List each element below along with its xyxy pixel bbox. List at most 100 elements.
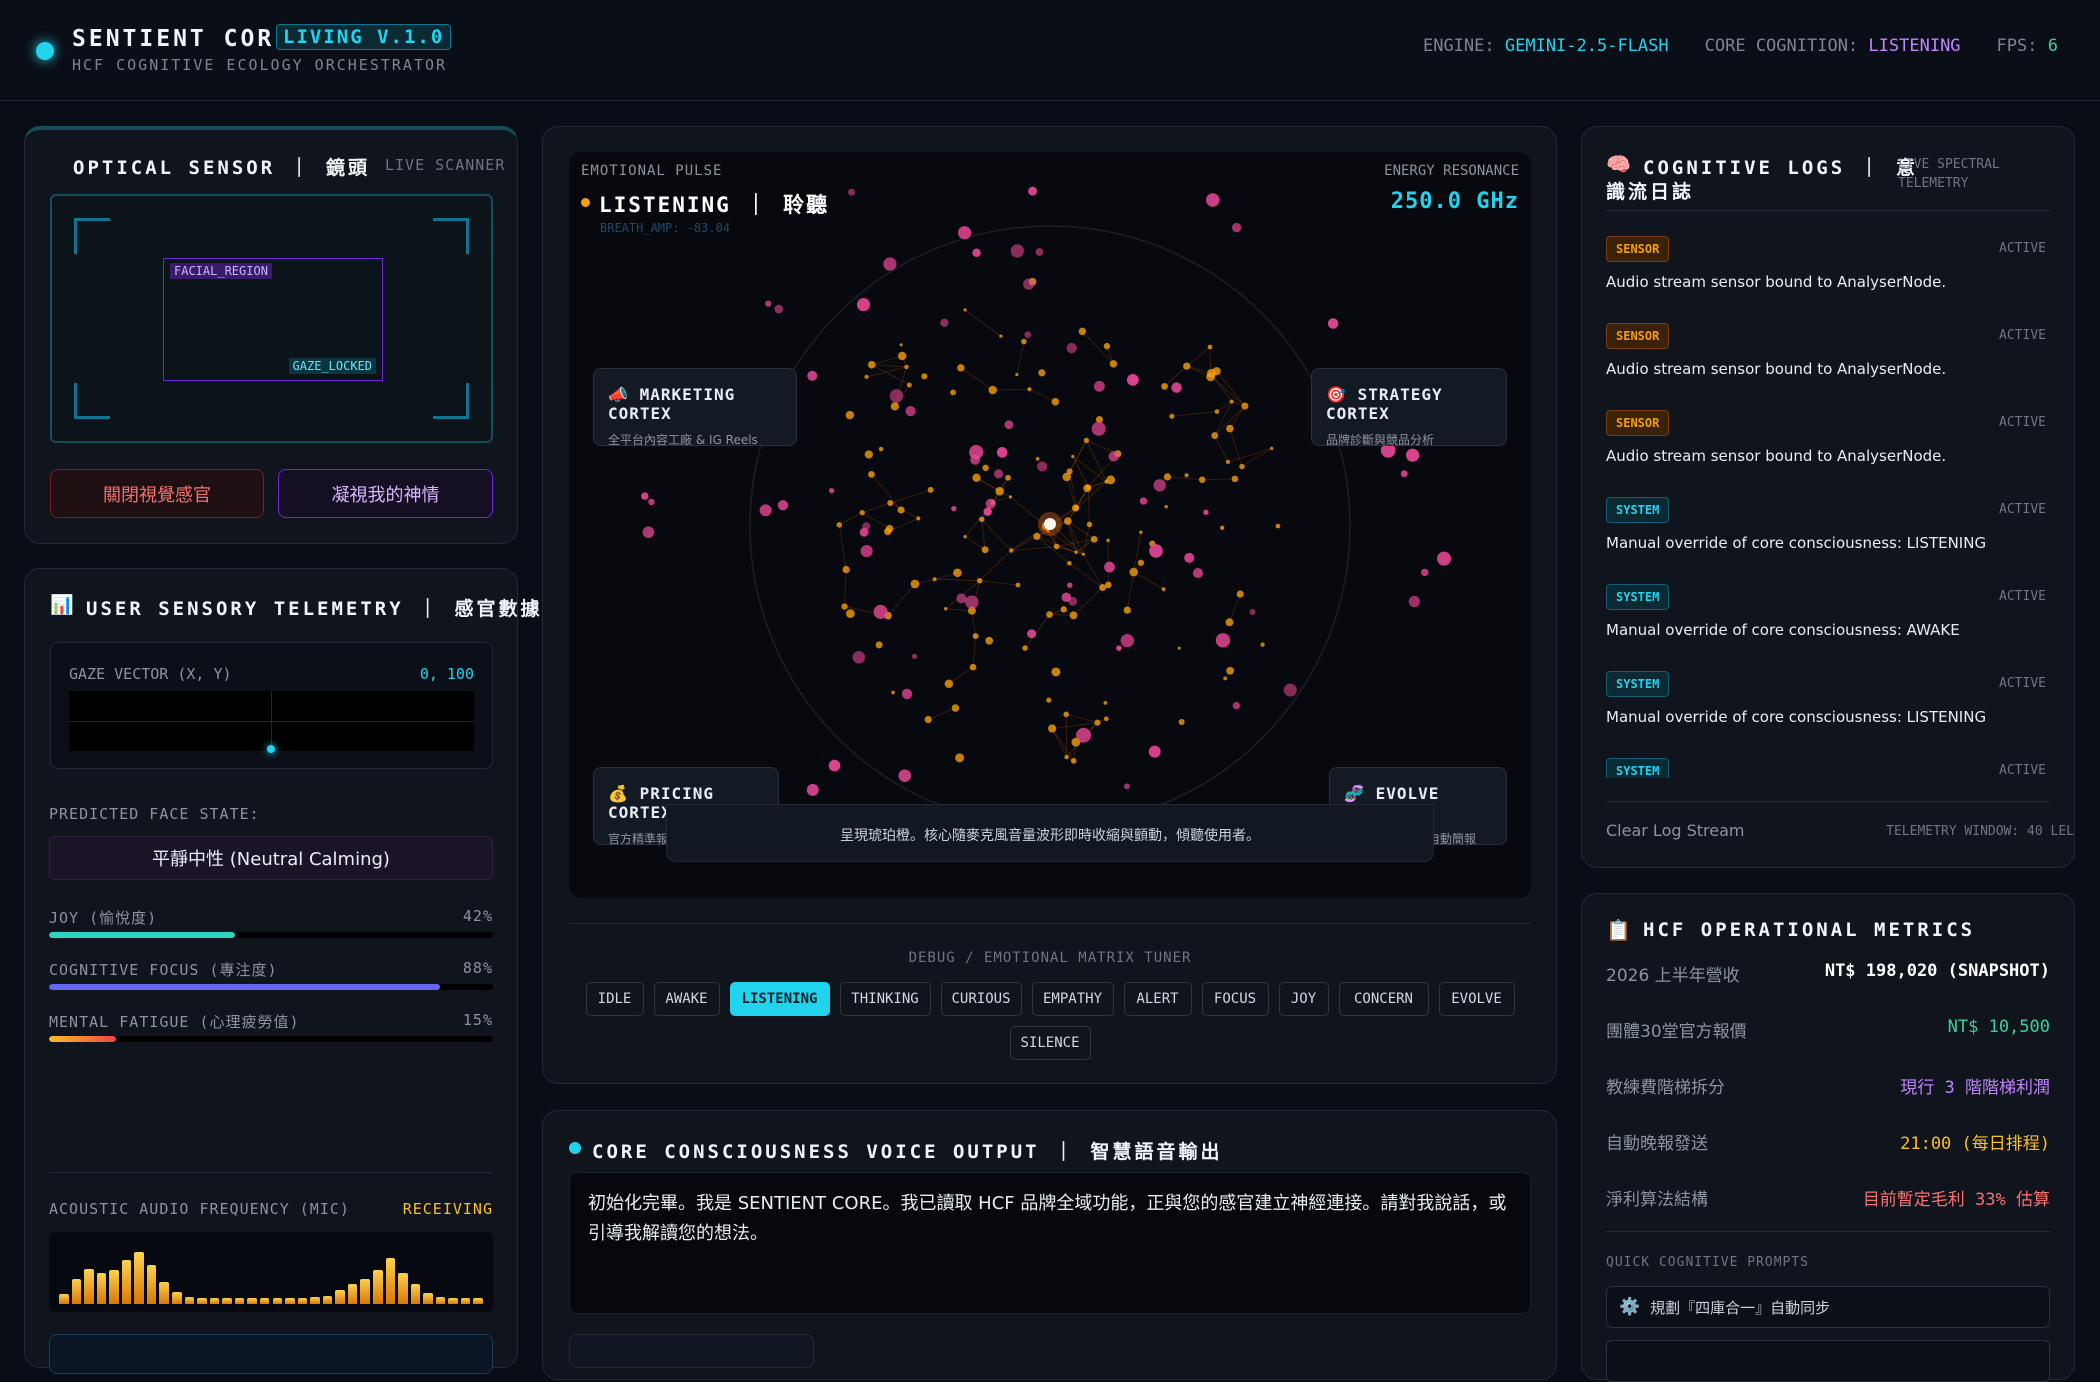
strategy-cortex-card[interactable]: 🎯 STRATEGY CORTEX 品牌診斷與競品分析: [1311, 368, 1507, 446]
amber-node: [933, 577, 937, 581]
close-vision-button[interactable]: 關閉視覺感官: [50, 469, 264, 518]
amber-node: [985, 637, 993, 645]
amber-node: [841, 603, 847, 609]
tuner-button-awake[interactable]: AWAKE: [654, 982, 720, 1016]
pink-node: [1028, 187, 1037, 196]
pink-node: [1140, 497, 1147, 504]
amber-node: [1237, 590, 1244, 597]
audio-toggle-button[interactable]: [49, 1334, 493, 1374]
tuner-button-alert[interactable]: ALERT: [1124, 982, 1192, 1016]
pink-node: [1232, 223, 1241, 232]
quick-prompt-button[interactable]: ⚙️ 規劃『四庫合一』自動同步: [1606, 1286, 2050, 1328]
telemetry-window-label: TELEMETRY WINDOW: 40 LEL: [1886, 824, 2074, 839]
neural-link: [1052, 729, 1074, 761]
metric-value: NT$ 198,020 (SNAPSHOT): [1825, 961, 2050, 986]
neural-link: [1083, 554, 1102, 587]
amber-node: [921, 373, 927, 379]
metric-row: 團體30堂官方報價NT$ 10,500: [1606, 1017, 2050, 1042]
joy-bar-fill: [49, 932, 235, 938]
logs-subtitle-line1: LIVE SPECTRAL: [1898, 157, 2000, 172]
face-state-label: PREDICTED FACE STATE:: [49, 805, 260, 823]
neural-link: [982, 519, 985, 549]
pink-node: [778, 500, 788, 510]
pink-node: [760, 504, 772, 516]
amber-node: [868, 471, 875, 478]
tuner-button-joy[interactable]: JOY: [1279, 982, 1329, 1016]
amber-node: [1104, 716, 1109, 721]
metric-row: 教練費階梯拆分現行 3 階階梯利潤: [1606, 1073, 2050, 1098]
amber-node: [1016, 583, 1021, 588]
log-tag: SYSTEM: [1606, 758, 1669, 778]
pink-node: [1121, 634, 1134, 647]
voice-output-text: 初始化完畢。我是 SENTIENT CORE。我已讀取 HCF 品牌全域功能，正…: [569, 1172, 1531, 1314]
corner-bracket-icon: [433, 383, 469, 419]
pink-node: [970, 455, 980, 465]
neural-link: [1066, 714, 1097, 722]
tuner-button-listening[interactable]: LISTENING: [730, 982, 830, 1016]
tuner-button-idle[interactable]: IDLE: [586, 982, 644, 1016]
tuner-button-concern[interactable]: CONCERN: [1339, 982, 1429, 1016]
facial-region-tag: FACIAL_REGION: [170, 263, 272, 279]
neural-link: [862, 503, 890, 513]
amber-node: [1091, 536, 1098, 543]
amber-node: [876, 641, 883, 648]
neural-link: [1187, 347, 1210, 366]
log-message: Audio stream sensor bound to AnalyserNod…: [1606, 360, 1946, 378]
pink-node: [1250, 609, 1256, 615]
neural-link: [1017, 342, 1024, 375]
amber-node: [979, 517, 984, 522]
neural-link: [1052, 723, 1097, 729]
amber-node: [1211, 432, 1218, 439]
corner-bracket-icon: [74, 218, 110, 254]
amber-node: [1063, 712, 1069, 718]
emotional-pulse-label: EMOTIONAL PULSE: [581, 163, 722, 179]
pink-node: [1004, 420, 1013, 429]
amber-node: [973, 633, 979, 639]
spectrum-bar: [373, 1270, 383, 1304]
amber-node: [963, 308, 966, 311]
gaze-button[interactable]: 凝視我的神情: [278, 469, 493, 518]
pink-node: [1066, 343, 1076, 353]
voice-dot-icon: [569, 1142, 581, 1154]
amber-node: [911, 580, 920, 589]
tuner-button-silence[interactable]: SILENCE: [1010, 1026, 1091, 1060]
amber-node: [846, 411, 854, 419]
log-tag: SYSTEM: [1606, 584, 1669, 610]
amber-node: [1164, 505, 1167, 508]
pink-node: [861, 545, 873, 557]
amber-node: [1084, 438, 1089, 443]
quick-prompt-button[interactable]: [1606, 1340, 2050, 1382]
log-status: ACTIVE: [1999, 763, 2046, 778]
amber-node: [879, 447, 884, 452]
neural-link: [977, 478, 1011, 497]
spectrum-bar: [285, 1298, 295, 1304]
focus-value: 88%: [463, 959, 493, 977]
pink-node: [1193, 568, 1203, 578]
amber-node: [1027, 387, 1031, 391]
pink-node: [1124, 783, 1130, 789]
amber-node: [1220, 526, 1224, 530]
amber-node: [1062, 473, 1071, 482]
tuner-button-evolve[interactable]: EVOLVE: [1439, 982, 1515, 1016]
amber-node: [1071, 455, 1074, 458]
corner-bracket-icon: [433, 218, 469, 254]
pulse-dot-icon: [581, 198, 590, 207]
voice-control-button[interactable]: [569, 1334, 814, 1368]
tuner-button-focus[interactable]: FOCUS: [1202, 982, 1269, 1016]
metric-key: 2026 上半年營收: [1606, 961, 1740, 986]
amber-node: [884, 528, 891, 535]
marketing-cortex-card[interactable]: 📣 MARKETING CORTEX 全平台內容工廠 & IG Reels: [593, 368, 797, 446]
tuner-button-thinking[interactable]: THINKING: [840, 982, 931, 1016]
amber-node: [1094, 720, 1100, 726]
metric-value: NT$ 10,500: [1948, 1017, 2050, 1042]
amber-node: [1021, 339, 1027, 345]
neural-link: [1067, 477, 1076, 508]
pink-node: [899, 769, 912, 782]
spectrum-bar: [360, 1279, 370, 1304]
spectrum-bar: [411, 1284, 421, 1304]
clear-log-button[interactable]: Clear Log Stream: [1606, 821, 1744, 840]
tuner-button-empathy[interactable]: EMPATHY: [1032, 982, 1114, 1016]
tuner-button-curious[interactable]: CURIOUS: [941, 982, 1022, 1016]
pink-node: [853, 651, 866, 664]
app-title: SENTIENT CORE: [72, 26, 291, 52]
